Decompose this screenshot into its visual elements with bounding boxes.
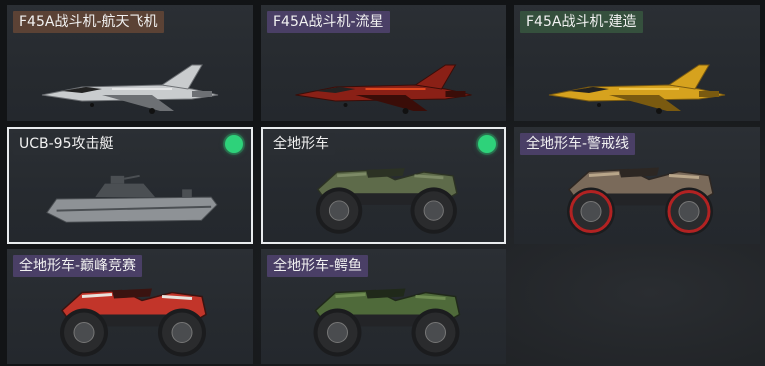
equipped-indicator-icon	[225, 135, 243, 153]
atv-image	[315, 168, 458, 234]
vehicle-skin-card[interactable]: 全地形车-警戒线	[514, 127, 760, 244]
jet-image	[548, 64, 726, 114]
vehicle-skin-name: 全地形车-警戒线	[520, 133, 636, 155]
atv-image	[567, 167, 714, 236]
vehicle-skin-card[interactable]: 全地形车	[261, 127, 506, 244]
vehicle-skin-name: F45A战斗机-航天飞机	[13, 11, 164, 33]
equipped-indicator-icon	[478, 135, 496, 153]
atv-image	[60, 288, 207, 357]
jet-image	[295, 64, 472, 114]
vehicle-skin-name: UCB-95攻击艇	[13, 133, 120, 155]
vehicle-skin-name: F45A战斗机-流星	[267, 11, 390, 33]
vehicle-skin-name: 全地形车-鳄鱼	[267, 255, 369, 277]
vehicle-skin-name: F45A战斗机-建造	[520, 11, 643, 33]
jet-image	[41, 64, 219, 114]
atv-image	[313, 288, 461, 357]
vehicle-skin-card[interactable]: F45A战斗机-建造	[514, 5, 760, 121]
vehicle-skin-name: 全地形车-巅峰竞赛	[13, 255, 143, 277]
boat-image	[46, 174, 218, 223]
vehicle-skin-card[interactable]: 全地形车-巅峰竞赛	[7, 249, 253, 364]
vehicle-skin-name: 全地形车	[267, 133, 335, 155]
vehicle-skin-card[interactable]: F45A战斗机-流星	[261, 5, 506, 121]
vehicle-skin-card[interactable]: 全地形车-鳄鱼	[261, 249, 506, 364]
vehicle-skin-card[interactable]: UCB-95攻击艇	[7, 127, 253, 244]
vehicle-skin-card[interactable]: F45A战斗机-航天飞机	[7, 5, 253, 121]
